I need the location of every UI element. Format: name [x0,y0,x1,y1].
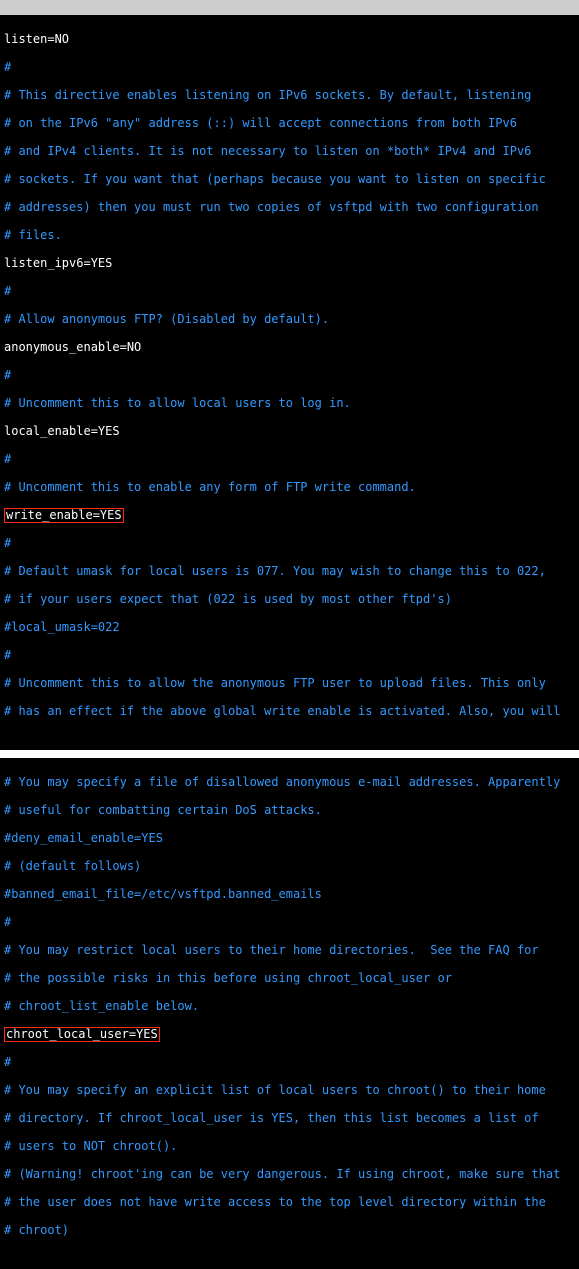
config-line[interactable]: # [4,648,575,662]
config-line[interactable]: # Allow anonymous FTP? (Disabled by defa… [4,312,575,326]
terminal-block-1: GNU nano 2.9.3 /etc/vsftpd.conf listen=N… [0,0,579,750]
highlight-box: write_enable=YES [4,508,124,523]
config-line[interactable]: # Uncomment this to allow the anonymous … [4,676,575,690]
config-line[interactable]: # chroot) [4,1223,575,1237]
config-line[interactable]: # on the IPv6 "any" address (::) will ac… [4,116,575,130]
config-line[interactable]: # addresses) then you must run two copie… [4,200,575,214]
config-line[interactable]: # This directive enables listening on IP… [4,88,575,102]
config-line[interactable]: local_enable=YES [4,424,575,438]
config-line[interactable]: # chroot_list_enable below. [4,999,575,1013]
nano-titlebar: GNU nano 2.9.3 /etc/vsftpd.conf [0,0,579,15]
config-line[interactable]: listen_ipv6=YES [4,256,575,270]
config-line[interactable]: # has an effect if the above global writ… [4,704,575,718]
config-line[interactable]: # directory. If chroot_local_user is YES… [4,1111,575,1125]
config-line-highlighted[interactable]: chroot_local_user=YES [4,1027,575,1041]
config-line[interactable]: # the possible risks in this before usin… [4,971,575,985]
config-line[interactable]: # useful for combatting certain DoS atta… [4,803,575,817]
config-line[interactable]: # the user does not have write access to… [4,1195,575,1209]
config-line-highlighted[interactable]: write_enable=YES [4,508,575,522]
config-line[interactable]: # [4,1055,575,1069]
editor-content-1[interactable]: listen=NO # # This directive enables lis… [0,15,579,750]
editor-content-2[interactable]: # You may specify a file of disallowed a… [0,758,579,1269]
config-line[interactable]: #deny_email_enable=YES [4,831,575,845]
config-line[interactable]: # and IPv4 clients. It is not necessary … [4,144,575,158]
config-line[interactable]: # [4,915,575,929]
config-line[interactable]: # Uncomment this to allow local users to… [4,396,575,410]
config-line[interactable]: #banned_email_file=/etc/vsftpd.banned_em… [4,887,575,901]
config-line[interactable]: # (Warning! chroot'ing can be very dange… [4,1167,575,1181]
config-line[interactable]: anonymous_enable=NO [4,340,575,354]
config-line[interactable]: # Uncomment this to enable any form of F… [4,480,575,494]
config-line[interactable]: listen=NO [4,32,575,46]
config-line[interactable]: # [4,60,575,74]
config-line[interactable]: # sockets. If you want that (perhaps bec… [4,172,575,186]
config-line[interactable]: # [4,284,575,298]
highlight-box: chroot_local_user=YES [4,1027,160,1042]
config-line[interactable]: # You may specify a file of disallowed a… [4,775,575,789]
config-line[interactable]: # Default umask for local users is 077. … [4,564,575,578]
terminal-block-2: # You may specify a file of disallowed a… [0,758,579,1269]
config-line[interactable]: # [4,452,575,466]
screenshot-gap [0,750,579,758]
config-line[interactable]: # [4,368,575,382]
config-line[interactable]: # files. [4,228,575,242]
config-line[interactable]: # You may specify an explicit list of lo… [4,1083,575,1097]
config-line[interactable]: #local_umask=022 [4,620,575,634]
config-line[interactable]: # (default follows) [4,859,575,873]
config-line[interactable]: # You may restrict local users to their … [4,943,575,957]
config-line[interactable]: # users to NOT chroot(). [4,1139,575,1153]
config-line[interactable]: # [4,536,575,550]
config-line[interactable]: # if your users expect that (022 is used… [4,592,575,606]
